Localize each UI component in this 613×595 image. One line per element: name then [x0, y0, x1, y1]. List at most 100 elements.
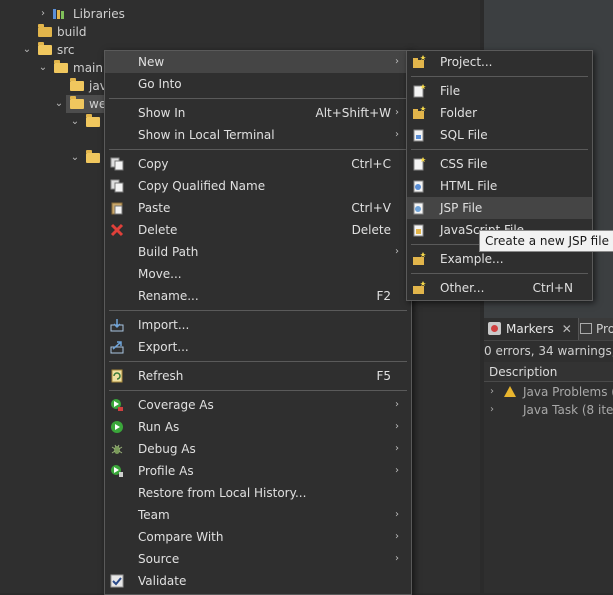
- menu-item-coverage-as[interactable]: Coverage As ›: [105, 394, 411, 416]
- chevron-down-icon[interactable]: ⌄: [70, 149, 80, 167]
- markers-view: Markers ✕ Pro 0 errors, 34 warnings, 8 De…: [484, 318, 613, 593]
- menu-shortcut: F5: [376, 369, 391, 383]
- markers-icon: [488, 322, 501, 335]
- menu-item-css-file[interactable]: CSS File: [407, 153, 592, 175]
- menu-item-show-in[interactable]: Show In Alt+Shift+W ›: [105, 102, 411, 124]
- chevron-right-icon: ›: [395, 553, 399, 564]
- tree-label: build: [57, 25, 87, 39]
- menu-item-profile-as[interactable]: Profile As ›: [105, 460, 411, 482]
- folder-open-icon: [70, 96, 84, 109]
- tree-item-libraries[interactable]: › Libraries: [38, 5, 125, 23]
- menu-shortcut: Alt+Shift+W: [315, 106, 392, 120]
- new-javascript-file-icon: [413, 224, 424, 237]
- menu-label: Rename...: [138, 289, 199, 303]
- menu-item-copy[interactable]: Copy Ctrl+C: [105, 153, 411, 175]
- folder-icon: [38, 24, 52, 37]
- menu-item-file[interactable]: File: [407, 80, 592, 102]
- menu-item-debug-as[interactable]: Debug As ›: [105, 438, 411, 460]
- menu-item-jsp-file[interactable]: JSP File: [407, 197, 592, 219]
- new-sql-file-icon: [413, 129, 424, 142]
- copy-icon: [110, 157, 124, 171]
- list-item[interactable]: › Java Task (8 item: [484, 401, 613, 419]
- tree-item-child1[interactable]: ⌄: [70, 113, 106, 131]
- menu-label: Go Into: [138, 77, 182, 91]
- chevron-right-icon[interactable]: ›: [490, 383, 494, 401]
- menu-item-import[interactable]: Import...: [105, 314, 411, 336]
- tooltip: Create a new JSP file: [479, 230, 613, 252]
- folder-open-icon: [86, 114, 100, 127]
- menu-label: Move...: [138, 267, 182, 281]
- column-header-description[interactable]: Description: [484, 362, 613, 382]
- row-label: Java Problems (3: [523, 385, 613, 399]
- menu-item-source[interactable]: Source ›: [105, 548, 411, 570]
- export-icon: [110, 341, 124, 354]
- menu-item-copy-qualified-name[interactable]: Copy Qualified Name: [105, 175, 411, 197]
- menu-label: Export...: [138, 340, 189, 354]
- menu-item-new[interactable]: New ›: [105, 51, 411, 73]
- tab-label: Pro: [596, 322, 613, 336]
- chevron-right-icon: ›: [395, 509, 399, 520]
- menu-item-team[interactable]: Team ›: [105, 504, 411, 526]
- menu-item-go-into[interactable]: Go Into: [105, 73, 411, 95]
- chevron-right-icon: ›: [395, 129, 399, 140]
- menu-item-export[interactable]: Export...: [105, 336, 411, 358]
- menu-item-html-file[interactable]: HTML File: [407, 175, 592, 197]
- menu-label: SQL File: [440, 128, 488, 142]
- menu-item-show-in-local-terminal[interactable]: Show in Local Terminal ›: [105, 124, 411, 146]
- checkbox-checked-icon: [110, 574, 124, 588]
- tree-item-child2[interactable]: ⌄: [70, 149, 106, 167]
- chevron-down-icon[interactable]: ⌄: [54, 95, 64, 113]
- menu-item-compare-with[interactable]: Compare With ›: [105, 526, 411, 548]
- menu-item-sql-file[interactable]: SQL File: [407, 124, 592, 146]
- tab-label: Markers: [506, 322, 554, 336]
- new-submenu: Project... File Folder SQL File CSS File…: [406, 50, 593, 301]
- menu-label: CSS File: [440, 157, 488, 171]
- chevron-right-icon: ›: [395, 531, 399, 542]
- menu-label: Copy: [138, 157, 169, 171]
- tree-item-webapp[interactable]: ⌄ we: [54, 95, 106, 113]
- menu-item-refresh[interactable]: Refresh F5: [105, 365, 411, 387]
- menu-label: Show in Local Terminal: [138, 128, 275, 142]
- menu-label: Import...: [138, 318, 190, 332]
- chevron-down-icon[interactable]: ⌄: [38, 59, 48, 77]
- menu-separator: [109, 361, 407, 362]
- chevron-down-icon[interactable]: ⌄: [70, 113, 80, 131]
- menu-item-other[interactable]: Other... Ctrl+N: [407, 277, 592, 299]
- chevron-right-icon[interactable]: ›: [38, 5, 48, 23]
- menu-item-folder[interactable]: Folder: [407, 102, 592, 124]
- menu-item-run-as[interactable]: Run As ›: [105, 416, 411, 438]
- tree-item-main[interactable]: ⌄ main: [38, 59, 108, 77]
- folder-open-icon: [86, 150, 100, 163]
- menu-shortcut: F2: [376, 289, 391, 303]
- menu-label: Folder: [440, 106, 478, 120]
- chevron-right-icon: ›: [395, 107, 399, 118]
- tree-item-src[interactable]: ⌄ src: [22, 41, 82, 59]
- tree-item-build[interactable]: build: [38, 23, 98, 41]
- folder-open-icon: [38, 42, 52, 55]
- tab-markers[interactable]: Markers ✕: [484, 318, 579, 340]
- library-icon: [53, 9, 64, 19]
- menu-item-build-path[interactable]: Build Path ›: [105, 241, 411, 263]
- menu-item-paste[interactable]: Paste Ctrl+V: [105, 197, 411, 219]
- menu-label: Refresh: [138, 369, 184, 383]
- tab-properties[interactable]: Pro: [578, 318, 613, 340]
- import-icon: [110, 319, 124, 332]
- menu-item-move[interactable]: Move...: [105, 263, 411, 285]
- menu-item-restore-local-history[interactable]: Restore from Local History...: [105, 482, 411, 504]
- copy-qualified-icon: [110, 179, 124, 193]
- menu-item-rename[interactable]: Rename... F2: [105, 285, 411, 307]
- chevron-right-icon[interactable]: ›: [490, 401, 494, 419]
- tree-label: src: [57, 43, 75, 57]
- close-icon[interactable]: ✕: [562, 322, 572, 336]
- row-label: Java Task (8 item: [523, 403, 613, 417]
- menu-item-validate[interactable]: Validate: [105, 570, 411, 592]
- menu-label: HTML File: [440, 179, 498, 193]
- menu-item-delete[interactable]: Delete Delete: [105, 219, 411, 241]
- menu-separator: [411, 76, 588, 77]
- menu-item-project[interactable]: Project...: [407, 51, 592, 73]
- chevron-down-icon[interactable]: ⌄: [22, 41, 32, 59]
- menu-separator: [411, 273, 588, 274]
- menu-separator: [109, 149, 407, 150]
- bug-icon: [111, 444, 123, 454]
- list-item[interactable]: › Java Problems (3: [484, 383, 613, 401]
